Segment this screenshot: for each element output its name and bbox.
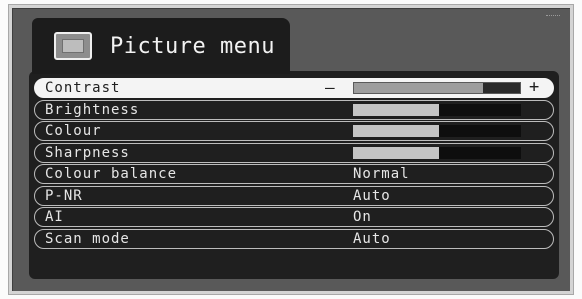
row-value: Normal <box>353 166 410 182</box>
row-label: P-NR <box>45 187 83 204</box>
menu-row-colour-balance[interactable]: Colour balance Normal <box>34 164 554 184</box>
corner-mark <box>546 15 560 18</box>
menu-row-sharpness[interactable]: Sharpness <box>34 142 554 163</box>
row-label: Colour <box>45 123 102 139</box>
row-label: Contrast <box>45 80 121 96</box>
slider-fill <box>354 83 484 93</box>
menu-row-contrast[interactable]: Contrast — + <box>34 77 554 98</box>
menu-row-brightness[interactable]: Brightness <box>34 99 554 120</box>
slider-fill <box>353 146 439 159</box>
menu-row-colour[interactable]: Colour <box>34 121 554 141</box>
row-label: Scan mode <box>45 230 130 247</box>
slider-fill <box>353 125 439 137</box>
contrast-slider[interactable] <box>353 82 521 94</box>
row-label: Sharpness <box>45 144 130 161</box>
colour-slider[interactable] <box>353 125 521 137</box>
row-label: Colour balance <box>45 166 178 182</box>
sharpness-slider[interactable] <box>353 146 521 159</box>
tv-screen-icon <box>54 32 92 60</box>
increase-icon[interactable]: + <box>529 77 540 97</box>
row-value: Auto <box>353 230 391 247</box>
decrease-icon[interactable]: — <box>325 78 336 97</box>
row-value: Auto <box>353 187 391 204</box>
menu-row-scan-mode[interactable]: Scan mode Auto <box>34 228 554 249</box>
menu-title-tab: Picture menu <box>32 18 290 74</box>
menu-row-ai[interactable]: AI On <box>34 207 554 227</box>
row-label: Brightness <box>45 101 140 118</box>
menu-rows: Contrast — + Brightness Colour Sharpness… <box>34 77 554 250</box>
menu-row-p-nr[interactable]: P-NR Auto <box>34 185 554 206</box>
row-label: AI <box>45 209 64 225</box>
brightness-slider[interactable] <box>353 103 521 116</box>
row-value: On <box>353 209 372 225</box>
menu-title: Picture menu <box>110 33 275 59</box>
slider-fill <box>353 103 439 116</box>
